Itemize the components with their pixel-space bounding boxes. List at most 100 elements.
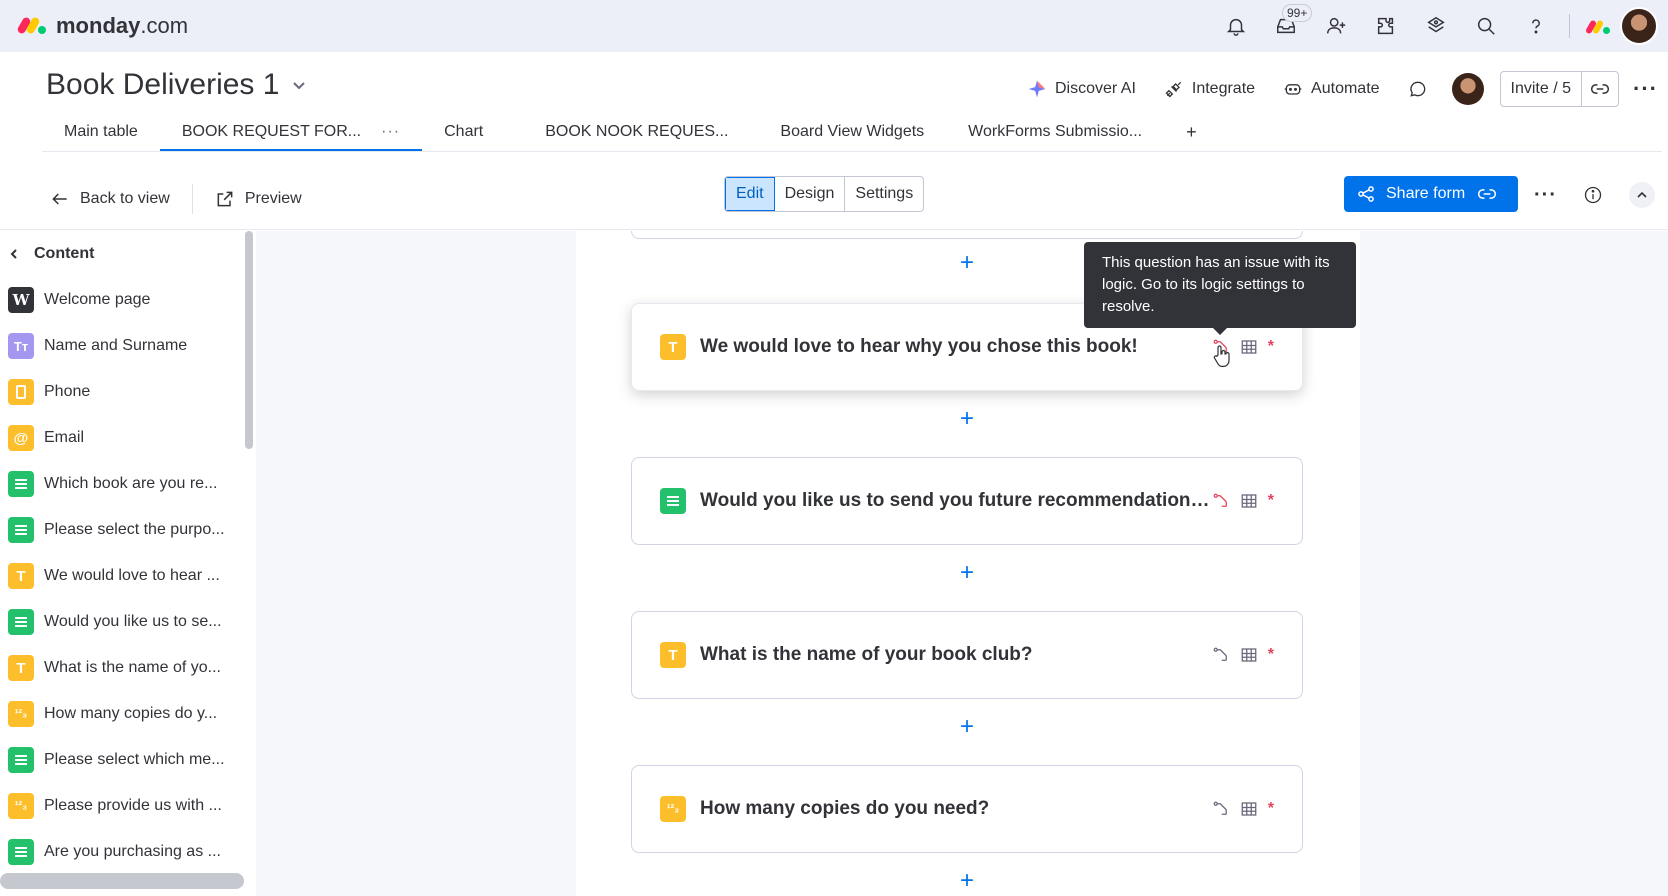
tab-main-table[interactable]: Main table xyxy=(42,123,160,151)
chevron-up-icon xyxy=(1637,191,1647,198)
text-icon: T xyxy=(660,334,686,360)
info-icon[interactable] xyxy=(1583,185,1603,205)
text-icon: T xyxy=(660,642,686,668)
sidebar-item-which-book[interactable]: Which book are you re... xyxy=(0,461,255,507)
sidebar-item-phone[interactable]: Phone xyxy=(0,369,255,415)
form-more-button[interactable]: ··· xyxy=(1534,184,1557,207)
templates-icon[interactable] xyxy=(1424,14,1448,38)
settings-mode-button[interactable]: Settings xyxy=(845,177,923,211)
logic-issue-tooltip: This question has an issue with its logi… xyxy=(1084,242,1356,335)
chevron-down-icon[interactable] xyxy=(291,77,307,93)
number-icon: ¹²₃ xyxy=(8,793,34,819)
search-icon[interactable] xyxy=(1474,14,1498,38)
required-indicator: * xyxy=(1267,646,1274,663)
sidebar-item-select-which[interactable]: Please select which me... xyxy=(0,737,255,783)
sidebar-item-name-and-surname[interactable]: Tт Name and Surname xyxy=(0,323,255,369)
logic-icon[interactable] xyxy=(1212,800,1230,818)
automate-button[interactable]: Automate xyxy=(1283,79,1380,99)
question-title[interactable]: How many copies do you need? xyxy=(700,798,1220,820)
sidebar-item-love-to-hear[interactable]: T We would love to hear ... xyxy=(0,553,255,599)
form-toolbar: Back to view Preview Edit Design Setting… xyxy=(0,166,1668,230)
add-question-button[interactable]: + xyxy=(956,869,978,893)
edit-mode-button[interactable]: Edit xyxy=(725,177,775,211)
robot-icon xyxy=(1284,84,1302,95)
add-view-button[interactable]: + xyxy=(1164,122,1219,151)
monday-logo[interactable]: monday.com xyxy=(16,13,189,39)
board-menu-button[interactable]: ··· xyxy=(1633,76,1658,102)
add-question-button[interactable]: + xyxy=(956,407,978,431)
sidebar-item-book-club-name[interactable]: T What is the name of yo... xyxy=(0,645,255,691)
integrate-button[interactable]: Integrate xyxy=(1164,79,1255,99)
sidebar-vertical-scrollbar[interactable] xyxy=(245,231,253,449)
sidebar-item-select-purpose[interactable]: Please select the purpo... xyxy=(0,507,255,553)
back-to-view-button[interactable]: Back to view xyxy=(50,189,170,209)
tab-chart[interactable]: Chart xyxy=(422,123,505,151)
board-title-text: Book Deliveries 1 xyxy=(46,68,280,101)
monday-logo-icon xyxy=(16,16,48,36)
sidebar-item-how-many-copies[interactable]: ¹²₃ How many copies do y... xyxy=(0,691,255,737)
question-card[interactable]: T What is the name of your book club? * xyxy=(631,611,1303,699)
board-actions: Discover AI Integrate Automate Invite / … xyxy=(1013,70,1658,108)
top-bar: monday.com 99+ xyxy=(0,0,1668,52)
text-icon: T xyxy=(8,563,34,589)
product-switcher-icon[interactable] xyxy=(1584,17,1612,35)
table-columns-icon[interactable] xyxy=(1240,338,1258,356)
discover-ai-button[interactable]: Discover AI xyxy=(1027,79,1136,99)
updates-button[interactable] xyxy=(1408,79,1428,99)
question-title[interactable]: We would love to hear why you chose this… xyxy=(700,336,1220,358)
tab-workforms-submissions[interactable]: WorkForms Submissio... xyxy=(946,123,1164,151)
tab-board-view-widgets[interactable]: Board View Widgets xyxy=(750,123,946,151)
board-owner-avatar[interactable] xyxy=(1451,73,1484,105)
inbox-icon[interactable]: 99+ xyxy=(1274,4,1313,38)
question-title[interactable]: Would you like us to send you future rec… xyxy=(700,490,1220,512)
sidebar-item-welcome-page[interactable]: W Welcome page xyxy=(0,277,255,323)
share-form-button[interactable]: Share form xyxy=(1344,176,1518,212)
form-mode-switcher: Edit Design Settings xyxy=(724,176,925,212)
brand-name: monday.com xyxy=(56,13,189,38)
sidebar-horizontal-scrollbar[interactable] xyxy=(0,873,244,889)
sidebar-item-email[interactable]: @ Email xyxy=(0,415,255,461)
tab-more-icon[interactable]: ··· xyxy=(381,123,400,140)
sidebar-heading[interactable]: Content xyxy=(0,231,255,277)
tab-book-nook-request[interactable]: BOOK NOOK REQUES... xyxy=(505,123,750,151)
content-sidebar: Content W Welcome page Tт Name and Surna… xyxy=(0,231,255,896)
divider xyxy=(1569,14,1570,38)
apps-puzzle-icon[interactable] xyxy=(1374,14,1398,38)
invite-button[interactable]: Invite / 5 xyxy=(1499,71,1620,107)
text-icon: T xyxy=(8,655,34,681)
logic-error-icon[interactable] xyxy=(1212,492,1230,510)
bell-icon[interactable] xyxy=(1224,14,1248,38)
invite-member-icon[interactable] xyxy=(1324,14,1348,38)
copy-link-button[interactable] xyxy=(1581,72,1618,106)
previous-question-card[interactable] xyxy=(631,231,1303,239)
question-card[interactable]: ¹²₃ How many copies do you need? * xyxy=(631,765,1303,853)
help-icon[interactable] xyxy=(1524,14,1548,38)
table-columns-icon[interactable] xyxy=(1240,492,1258,510)
table-columns-icon[interactable] xyxy=(1240,646,1258,664)
list-icon xyxy=(8,839,34,865)
notifications-badge: 99+ xyxy=(1282,4,1313,22)
logic-icon[interactable] xyxy=(1212,646,1230,664)
preview-button[interactable]: Preview xyxy=(215,189,302,209)
hand-cursor-icon xyxy=(1213,345,1230,367)
invite-label: Invite / 5 xyxy=(1510,80,1572,97)
collapse-button[interactable] xyxy=(1628,182,1655,208)
add-question-button[interactable]: + xyxy=(956,561,978,585)
add-question-button[interactable]: + xyxy=(956,715,978,739)
required-indicator: * xyxy=(1267,800,1274,817)
sidebar-item-purchasing-as[interactable]: Are you purchasing as ... xyxy=(0,829,255,875)
user-avatar[interactable] xyxy=(1620,7,1658,45)
sparkle-icon xyxy=(1028,80,1046,98)
top-icons: 99+ xyxy=(1211,0,1668,52)
list-icon xyxy=(660,488,686,514)
sidebar-item-future-recommendations[interactable]: Would you like us to se... xyxy=(0,599,255,645)
table-columns-icon[interactable] xyxy=(1240,800,1258,818)
question-card[interactable]: Would you like us to send you future rec… xyxy=(631,457,1303,545)
sidebar-item-provide-us-with[interactable]: ¹²₃ Please provide us with ... xyxy=(0,783,255,829)
add-question-button[interactable]: + xyxy=(956,251,978,275)
link-icon[interactable] xyxy=(1477,184,1497,204)
board-title[interactable]: Book Deliveries 1 xyxy=(46,68,307,102)
question-title[interactable]: What is the name of your book club? xyxy=(700,644,1220,666)
design-mode-button[interactable]: Design xyxy=(775,177,846,211)
tab-book-request-form[interactable]: BOOK REQUEST FOR... ··· xyxy=(159,123,423,151)
